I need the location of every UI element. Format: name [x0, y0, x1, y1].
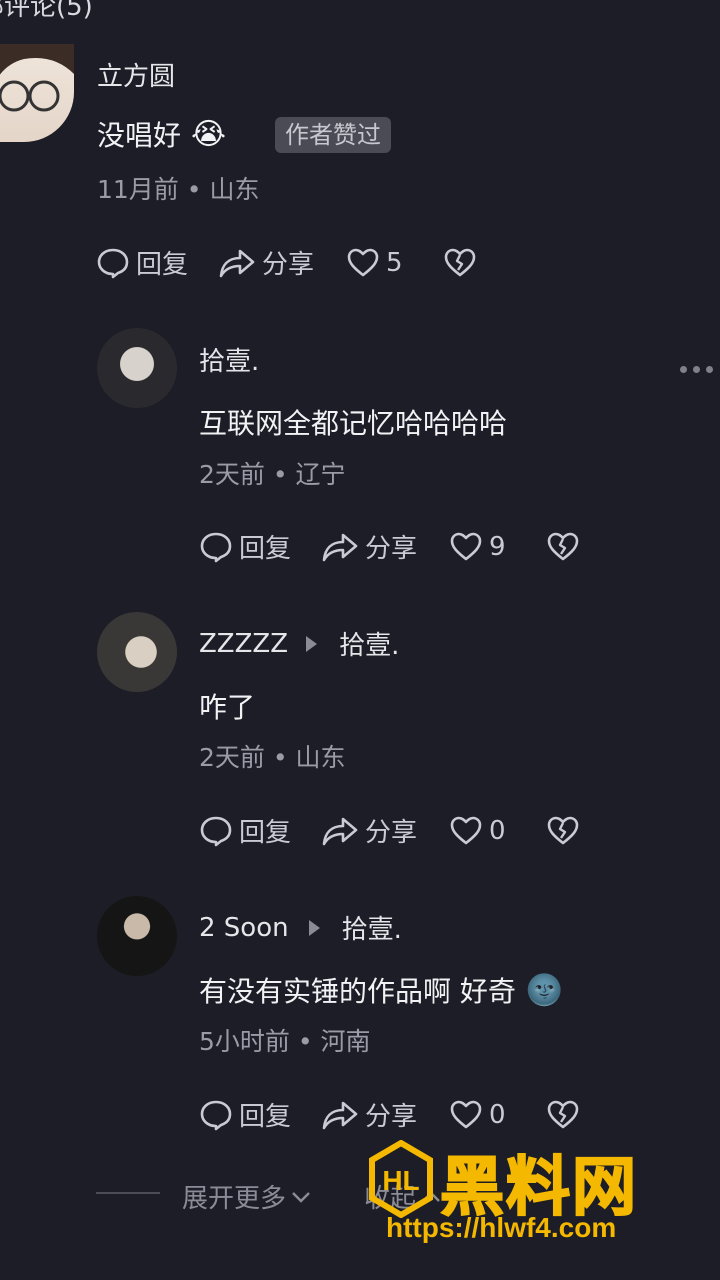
heart-icon — [450, 1100, 482, 1128]
dislike-button[interactable] — [546, 814, 580, 848]
heart-icon — [450, 816, 482, 844]
share-label: 分享 — [262, 250, 315, 280]
comment-bubble-icon — [200, 816, 232, 846]
dislike-button[interactable] — [546, 1098, 580, 1132]
comment-text: 有没有实锤的作品啊 好奇 🌚 — [199, 970, 563, 1010]
expand-more-label: 展开更多 — [182, 1184, 287, 1214]
comment-actions: 回复 分享 9 — [199, 528, 580, 565]
share-arrow-icon — [322, 817, 358, 845]
dislike-button[interactable] — [546, 530, 580, 564]
reply-label: 回复 — [136, 250, 189, 280]
divider-line — [96, 1192, 160, 1194]
broken-heart-icon — [444, 248, 475, 276]
comments-header-title: 部评论(5) — [0, 0, 93, 22]
reply-button[interactable]: 回复 — [199, 812, 291, 849]
share-label: 分享 — [365, 534, 418, 564]
share-button[interactable]: 分享 — [321, 1096, 417, 1133]
reply-button[interactable]: 回复 — [96, 244, 188, 281]
new-moon-face-emoji-icon: 🌚 — [525, 972, 564, 1008]
like-button[interactable]: 0 — [449, 1098, 506, 1132]
username[interactable]: 立方圆 — [97, 56, 175, 93]
like-button[interactable]: 9 — [449, 530, 506, 564]
svg-text:HL: HL — [382, 1165, 419, 1196]
username[interactable]: 拾壹. — [199, 341, 259, 378]
like-count: 0 — [489, 1099, 506, 1130]
broken-heart-icon — [547, 1100, 578, 1128]
watermark-url: https://hlwf4.com — [386, 1212, 617, 1243]
username[interactable]: ZZZZZ — [199, 629, 288, 659]
reply-arrow-icon — [308, 919, 320, 936]
share-label: 分享 — [365, 818, 418, 848]
comment-text: 咋了 — [199, 691, 256, 724]
heart-icon — [450, 532, 482, 560]
broken-heart-icon — [547, 816, 578, 844]
comment-meta: 5小时前 • 河南 — [199, 1027, 371, 1056]
comment-text: 没唱好 😭 — [97, 114, 226, 154]
reply-label: 回复 — [239, 1102, 292, 1132]
watermark: HL 黑料网 https://hlwf4.com — [368, 1140, 708, 1250]
share-button[interactable]: 分享 — [218, 244, 314, 281]
share-arrow-icon — [322, 1101, 358, 1129]
comment-text-body: 有没有实锤的作品啊 好奇 — [199, 975, 516, 1008]
comment-meta: 11月前 • 山东 — [97, 175, 260, 204]
like-count: 0 — [489, 815, 506, 846]
reply-button[interactable]: 回复 — [199, 1096, 291, 1133]
like-button[interactable]: 0 — [449, 814, 506, 848]
broken-heart-icon — [547, 532, 578, 560]
hl-logo-icon: HL — [369, 1140, 433, 1218]
expand-more-button[interactable]: 展开更多 — [182, 1178, 314, 1215]
avatar[interactable] — [97, 612, 177, 692]
share-label: 分享 — [365, 1102, 418, 1132]
comment-bubble-icon — [200, 1100, 232, 1130]
like-button[interactable]: 5 — [346, 246, 403, 280]
author-liked-badge: 作者赞过 — [275, 117, 391, 153]
reply-arrow-icon — [306, 635, 318, 652]
dislike-button[interactable] — [443, 246, 477, 280]
comment-text-body: 没唱好 — [97, 119, 182, 152]
comment-actions: 回复 分享 5 — [96, 244, 477, 281]
share-button[interactable]: 分享 — [321, 528, 417, 565]
reply-button[interactable]: 回复 — [199, 528, 291, 565]
comment-meta: 2天前 • 山东 — [199, 743, 346, 772]
comment-bubble-icon — [200, 532, 232, 562]
avatar[interactable] — [97, 896, 177, 976]
like-count: 5 — [386, 247, 403, 278]
reply-to-username[interactable]: 拾壹. — [339, 625, 399, 662]
comment-actions: 回复 分享 0 — [199, 812, 580, 849]
avatar[interactable] — [97, 328, 177, 408]
username[interactable]: 2 Soon — [199, 913, 289, 943]
share-button[interactable]: 分享 — [321, 812, 417, 849]
more-options-icon[interactable] — [680, 366, 713, 373]
heart-icon — [347, 248, 379, 276]
share-arrow-icon — [322, 533, 358, 561]
crying-emoji-icon: 😭 — [191, 116, 227, 152]
comment-text: 互联网全都记忆哈哈哈哈 — [199, 407, 508, 440]
share-arrow-icon — [219, 249, 255, 277]
avatar[interactable] — [0, 44, 74, 142]
comment-meta: 2天前 • 辽宁 — [199, 460, 346, 489]
like-count: 9 — [489, 531, 506, 562]
reply-label: 回复 — [239, 534, 292, 564]
reply-header: 2 Soon 拾壹. — [199, 909, 402, 946]
comment-actions: 回复 分享 0 — [199, 1096, 580, 1133]
reply-label: 回复 — [239, 818, 292, 848]
comment-bubble-icon — [97, 248, 129, 278]
reply-header: ZZZZZ 拾壹. — [199, 625, 399, 662]
chevron-down-icon — [292, 1191, 310, 1203]
reply-to-username[interactable]: 拾壹. — [342, 909, 402, 946]
